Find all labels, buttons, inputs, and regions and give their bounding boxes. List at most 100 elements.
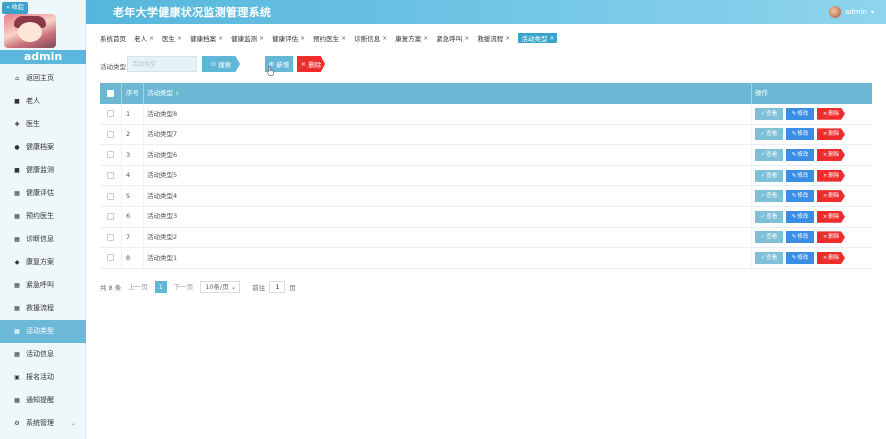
row-checkbox[interactable] [107, 192, 114, 200]
edit-button[interactable]: ✎ 修改 [786, 107, 814, 120]
edit-button[interactable]: ✎ 修改 [786, 210, 814, 223]
sidebar-item-5[interactable]: ▦ 健康评估 [0, 182, 86, 205]
row-checkbox[interactable] [107, 213, 114, 221]
row-checkbox[interactable] [107, 151, 114, 159]
close-icon: × [822, 131, 828, 138]
sidebar-item-2[interactable]: ✚ 医生 [0, 113, 86, 136]
prev-page-button[interactable]: 上一页 [125, 281, 151, 293]
sidebar-item-15[interactable]: ⚙ 系统管理 ⌄ [0, 412, 86, 435]
page-number[interactable]: 1 [154, 281, 167, 293]
close-icon[interactable]: × [341, 35, 346, 42]
delete-button[interactable]: × 删除 [817, 210, 845, 223]
tab-6[interactable]: 预约医生 × [313, 33, 346, 44]
edit-button[interactable]: ✎ 修改 [786, 128, 814, 141]
row-checkbox[interactable] [107, 233, 114, 241]
edit-icon: ✎ [791, 254, 797, 261]
edit-button[interactable]: ✎ 修改 [786, 190, 814, 203]
collapse-button[interactable]: « 收起 [2, 2, 28, 14]
view-button[interactable]: ✓ 查看 [755, 231, 783, 244]
sidebar-item-label: 紧急呼叫 [26, 281, 54, 289]
view-button[interactable]: ✓ 查看 [755, 148, 783, 161]
search-button-label: 搜索 [218, 61, 232, 69]
tab-label: 救援流程 [477, 35, 504, 43]
close-icon[interactable]: × [149, 35, 154, 42]
close-icon[interactable]: × [218, 35, 223, 42]
sidebar-item-12[interactable]: ▦ 活动信息 [0, 343, 86, 366]
sidebar-item-9[interactable]: ▦ 紧急呼叫 [0, 274, 86, 297]
sidebar-item-0[interactable]: ⌂ 返回主页 [0, 67, 86, 90]
view-button[interactable]: ✓ 查看 [755, 169, 783, 182]
tab-11[interactable]: 活动类型 × [518, 33, 558, 43]
close-icon: × [822, 213, 828, 220]
delete-button[interactable]: × 删除 [817, 107, 845, 120]
tab-7[interactable]: 诊断信息 × [354, 33, 387, 44]
close-icon[interactable]: × [259, 35, 264, 42]
tab-0[interactable]: 系统首页 [100, 33, 126, 43]
close-icon[interactable]: × [549, 35, 554, 42]
view-button[interactable]: ✓ 查看 [755, 128, 783, 141]
sidebar-item-13[interactable]: ▣ 报名活动 [0, 366, 86, 389]
sidebar-item-10[interactable]: ▦ 救援流程 [0, 297, 86, 320]
check-icon: ✓ [760, 172, 766, 179]
delete-button[interactable]: × 删除 [817, 128, 845, 141]
delete-button[interactable]: × 删除 [817, 231, 845, 244]
tab-1[interactable]: 老人 × [134, 33, 154, 44]
delete-button[interactable]: × 删除 [817, 148, 845, 161]
close-icon[interactable]: × [423, 35, 428, 42]
page-size-select[interactable]: 10条/页 ⌄ [200, 281, 241, 293]
sidebar-item-3[interactable]: ● 健康档案 [0, 136, 86, 159]
chevron-down-icon: ⌄ [230, 283, 237, 291]
close-icon[interactable]: × [300, 35, 305, 42]
grid-icon: ▦ [14, 397, 20, 404]
delete-button[interactable]: × 删除 [817, 190, 845, 203]
tab-3[interactable]: 健康档案 × [190, 33, 223, 44]
total-count: 共 8 条 [100, 284, 122, 292]
delete-button[interactable]: × 删除 [817, 169, 845, 182]
tab-2[interactable]: 医生 × [162, 33, 182, 44]
row-checkbox[interactable] [107, 110, 114, 118]
sidebar-item-11[interactable]: ▦ 活动类型 [0, 320, 86, 343]
edit-button[interactable]: ✎ 修改 [786, 251, 814, 264]
select-all-checkbox[interactable] [107, 90, 114, 97]
edit-button[interactable]: ✎ 修改 [786, 169, 814, 182]
row-checkbox[interactable] [107, 172, 114, 180]
sidebar-item-7[interactable]: ▦ 诊断信息 [0, 228, 86, 251]
sidebar: « 收起 admin ⌂ 返回主页 ■ 老人 ✚ 医生 ● 健康档案 ■ 健康监测 ▦ 健康评估 ▦ 预约… [0, 0, 86, 439]
view-button[interactable]: ✓ 查看 [755, 251, 783, 264]
sidebar-item-4[interactable]: ■ 健康监测 [0, 159, 86, 182]
close-icon[interactable]: × [464, 35, 469, 42]
next-page-button[interactable]: 下一页 [171, 281, 197, 293]
header-name[interactable]: 活动类型 ↕ [143, 83, 751, 104]
row-checkbox[interactable] [107, 130, 114, 138]
grid-icon: ▦ [14, 236, 20, 243]
data-table: 序号 活动类型 ↕ 操作 1 活动类型8 ✓ 查看 ✎ 修改 × 删除 2 活动类型7 ✓ 查看 ✎ 修改 ×… [100, 83, 872, 269]
sidebar-item-8[interactable]: ◆ 康复方案 [0, 251, 86, 274]
sidebar-item-1[interactable]: ■ 老人 [0, 90, 86, 113]
user-menu[interactable]: admin ▾ [829, 6, 874, 18]
goto-input[interactable]: 1 [269, 281, 286, 293]
search-label: 活动类型 [100, 63, 126, 71]
view-button[interactable]: ✓ 查看 [755, 210, 783, 223]
tab-5[interactable]: 健康评估 × [272, 33, 305, 44]
batch-delete-button[interactable]: × 删除 [297, 56, 325, 72]
edit-button[interactable]: ✎ 修改 [786, 148, 814, 161]
row-checkbox[interactable] [107, 254, 114, 262]
close-icon[interactable]: × [505, 35, 510, 42]
delete-button[interactable]: × 删除 [817, 251, 845, 264]
search-input[interactable] [127, 56, 197, 72]
view-button[interactable]: ✓ 查看 [755, 190, 783, 203]
tab-10[interactable]: 救援流程 × [477, 33, 510, 44]
close-icon[interactable]: × [382, 35, 387, 42]
close-icon[interactable]: × [177, 35, 182, 42]
edit-button[interactable]: ✎ 修改 [786, 231, 814, 244]
sidebar-item-14[interactable]: ▦ 通知提醒 [0, 389, 86, 412]
tab-label: 紧急呼叫 [436, 35, 463, 43]
edit-icon: ✎ [791, 213, 797, 220]
search-icon: ⊙ [210, 60, 217, 68]
search-button[interactable]: ⊙ 搜索 [202, 56, 240, 72]
sidebar-item-6[interactable]: ▦ 预约医生 [0, 205, 86, 228]
view-button[interactable]: ✓ 查看 [755, 107, 783, 120]
tab-9[interactable]: 紧急呼叫 × [436, 33, 469, 44]
tab-4[interactable]: 健康监测 × [231, 33, 264, 44]
tab-8[interactable]: 康复方案 × [395, 33, 428, 44]
